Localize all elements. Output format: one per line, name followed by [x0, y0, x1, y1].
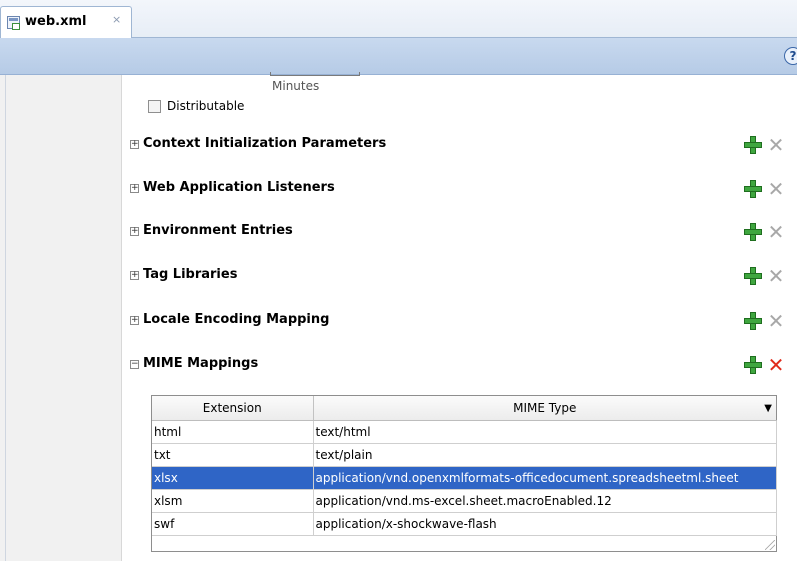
- help-icon[interactable]: ?: [784, 47, 797, 65]
- cell-mime-type[interactable]: text/plain: [313, 443, 777, 467]
- left-gutter: [0, 75, 122, 561]
- tab-label: web.xml: [25, 14, 87, 29]
- remove-icon[interactable]: ✕: [766, 355, 786, 375]
- column-header-extension[interactable]: Extension: [152, 396, 314, 421]
- collapse-icon[interactable]: −: [130, 360, 139, 369]
- add-icon[interactable]: [744, 136, 762, 154]
- session-timeout-field-edge: [270, 72, 360, 76]
- remove-icon[interactable]: ✕: [766, 179, 786, 199]
- cell-extension[interactable]: swf: [152, 512, 314, 536]
- expand-icon[interactable]: +: [130, 184, 139, 193]
- close-icon[interactable]: ×: [112, 13, 121, 26]
- add-icon[interactable]: [744, 312, 762, 330]
- section-web-app-listeners: + Web Application Listeners ✕: [130, 179, 797, 201]
- cell-extension[interactable]: xlsx: [152, 466, 314, 490]
- section-title[interactable]: Tag Libraries: [143, 267, 237, 282]
- section-title[interactable]: Context Initialization Parameters: [143, 136, 386, 151]
- section-mime-mappings: − MIME Mappings ✕: [130, 355, 797, 377]
- editor-content: Minutes Distributable + Context Initiali…: [122, 72, 797, 561]
- column-menu-arrow-icon[interactable]: ▼: [764, 403, 772, 414]
- section-title[interactable]: Web Application Listeners: [143, 180, 335, 195]
- expand-icon[interactable]: +: [130, 227, 139, 236]
- add-icon[interactable]: [744, 267, 762, 285]
- section-locale-encoding-mapping: + Locale Encoding Mapping ✕: [130, 311, 797, 333]
- add-icon[interactable]: [744, 223, 762, 241]
- cell-mime-type[interactable]: application/vnd.ms-excel.sheet.macroEnab…: [313, 489, 777, 513]
- section-environment-entries: + Environment Entries ✕: [130, 222, 797, 244]
- expand-icon[interactable]: +: [130, 316, 139, 325]
- remove-icon[interactable]: ✕: [766, 266, 786, 286]
- add-icon[interactable]: [744, 356, 762, 374]
- table-row[interactable]: xlsm application/vnd.ms-excel.sheet.macr…: [152, 489, 777, 513]
- table-row-selected[interactable]: xlsx application/vnd.openxmlformats-offi…: [152, 466, 777, 490]
- cell-mime-type[interactable]: text/html: [313, 420, 777, 444]
- cell-mime-type[interactable]: application/vnd.openxmlformats-officedoc…: [313, 466, 777, 490]
- resize-grip-icon[interactable]: [765, 540, 775, 550]
- section-tag-libraries: + Tag Libraries ✕: [130, 266, 797, 288]
- distributable-checkbox[interactable]: [148, 100, 161, 113]
- distributable-label: Distributable: [167, 99, 245, 113]
- section-title[interactable]: Environment Entries: [143, 223, 293, 238]
- section-title[interactable]: MIME Mappings: [143, 356, 258, 371]
- column-header-label: MIME Type: [513, 401, 577, 415]
- column-header-mime-type[interactable]: MIME Type ▼: [313, 396, 776, 421]
- cell-mime-type[interactable]: application/x-shockwave-flash: [313, 512, 777, 536]
- remove-icon[interactable]: ✕: [766, 311, 786, 331]
- cell-extension[interactable]: html: [152, 420, 314, 444]
- editor-tab-strip: web.xml ×: [0, 0, 797, 38]
- section-context-init-params: + Context Initialization Parameters ✕: [130, 135, 797, 157]
- add-icon[interactable]: [744, 180, 762, 198]
- cell-extension[interactable]: xlsm: [152, 489, 314, 513]
- remove-icon[interactable]: ✕: [766, 135, 786, 155]
- xml-file-icon: [7, 16, 20, 30]
- cell-extension[interactable]: txt: [152, 443, 314, 467]
- minutes-label: Minutes: [272, 79, 320, 93]
- section-title[interactable]: Locale Encoding Mapping: [143, 312, 329, 327]
- table-row[interactable]: swf application/x-shockwave-flash: [152, 512, 777, 536]
- editor-toolbar: ?: [0, 38, 797, 75]
- tab-web-xml[interactable]: web.xml ×: [0, 6, 132, 38]
- expand-icon[interactable]: +: [130, 140, 139, 149]
- expand-icon[interactable]: +: [130, 271, 139, 280]
- remove-icon[interactable]: ✕: [766, 222, 786, 242]
- mime-mappings-table: Extension MIME Type ▼ html text/html txt…: [151, 395, 777, 552]
- table-row[interactable]: html text/html: [152, 420, 777, 444]
- table-row[interactable]: txt text/plain: [152, 443, 777, 467]
